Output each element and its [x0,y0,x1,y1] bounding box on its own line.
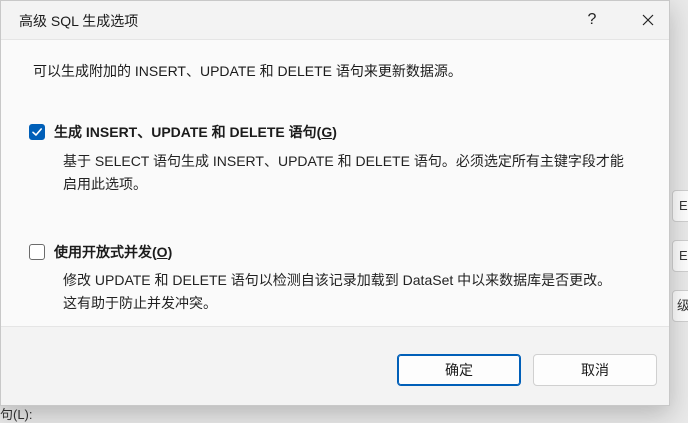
generate-statements-option[interactable]: 生成 INSERT、UPDATE 和 DELETE 语句(G) [29,122,337,142]
background-button: E [672,240,688,272]
optimistic-concurrency-label[interactable]: 使用开放式并发(O) [54,242,172,262]
optimistic-concurrency-checkbox[interactable] [29,244,45,260]
background-button: 级 [672,290,688,322]
optimistic-concurrency-option[interactable]: 使用开放式并发(O) [29,242,172,262]
dialog-content: 可以生成附加的 INSERT、UPDATE 和 DELETE 语句来更新数据源。… [1,39,669,327]
advanced-sql-options-dialog: 高级 SQL 生成选项 ? 可以生成附加的 INSERT、UPDATE 和 DE… [0,0,670,406]
help-icon: ? [587,11,597,28]
intro-text: 可以生成附加的 INSERT、UPDATE 和 DELETE 语句来更新数据源。 [33,63,462,79]
generate-statements-label[interactable]: 生成 INSERT、UPDATE 和 DELETE 语句(G) [54,122,337,142]
close-button[interactable] [625,1,669,39]
cancel-button[interactable]: 取消 [533,354,657,386]
help-button[interactable]: ? [569,1,615,39]
generate-statements-checkbox[interactable] [29,124,45,140]
title-bar: 高级 SQL 生成选项 ? [1,1,669,39]
optimistic-concurrency-description: 修改 UPDATE 和 DELETE 语句以检测自该记录加载到 DataSet … [63,272,612,311]
dialog-footer: 确定 取消 [1,327,669,405]
close-icon [642,9,654,32]
ok-button[interactable]: 确定 [397,354,521,386]
checkmark-icon [32,128,42,136]
background-button: E [672,190,688,222]
background-text-fragment: 句(L): [0,407,33,422]
generate-statements-description: 基于 SELECT 语句生成 INSERT、UPDATE 和 DELETE 语句… [63,153,624,192]
dialog-title: 高级 SQL 生成选项 [19,13,139,29]
